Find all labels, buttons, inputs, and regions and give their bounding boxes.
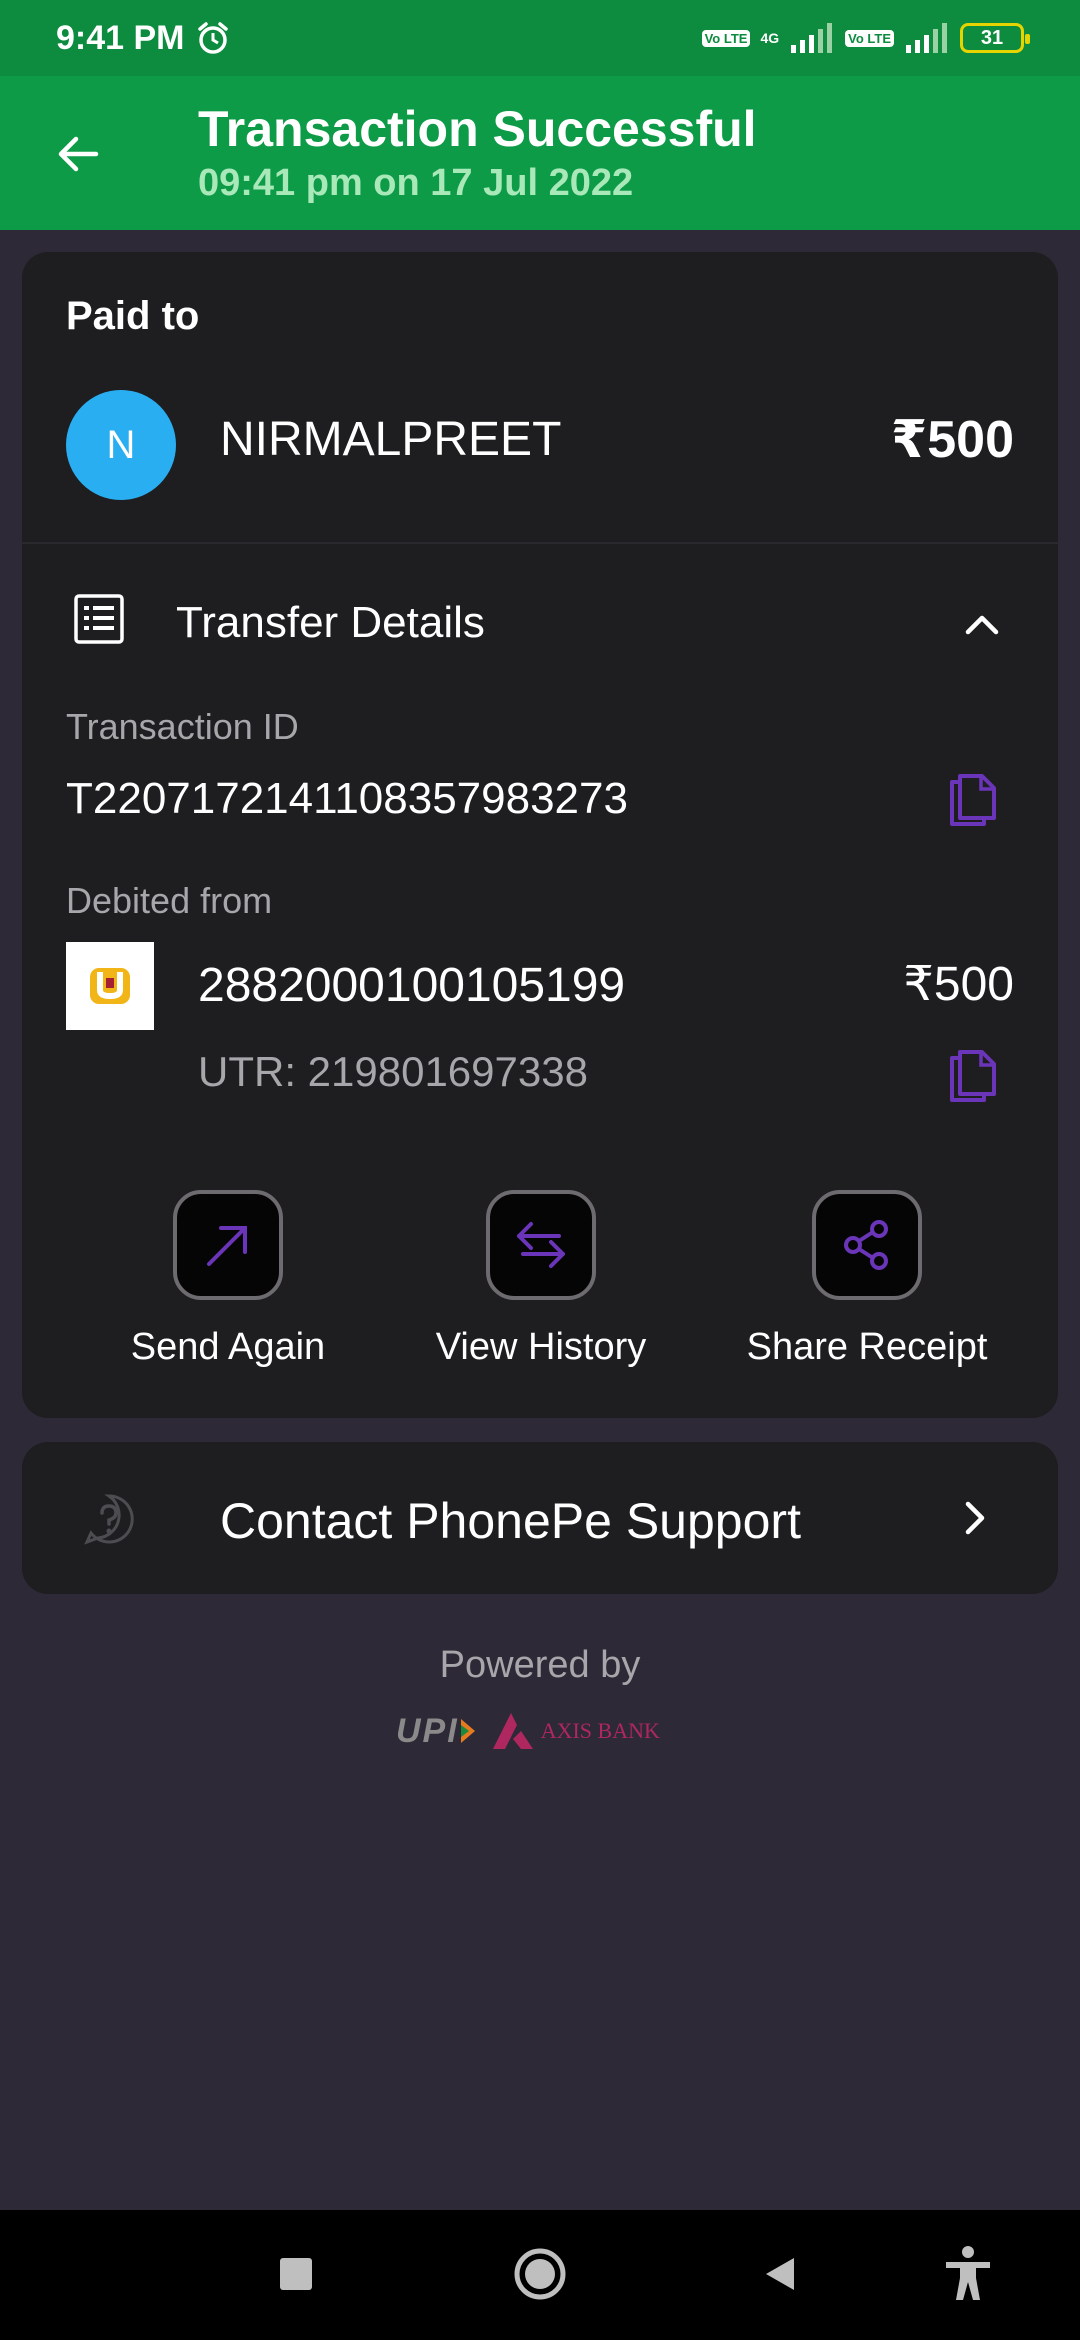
upi-logo: UPI (396, 1712, 477, 1751)
account-number: 2882000100105199 (198, 959, 626, 1012)
send-again-icon-button[interactable] (173, 1190, 283, 1300)
bank-logo (66, 942, 154, 1030)
transaction-card: Paid to N NIRMALPREET ₹500 Transfer Deta… (22, 252, 1058, 1418)
status-time: 9:41 PM (56, 18, 185, 57)
accessibility-icon[interactable] (940, 2244, 996, 2304)
upi-arrow-icon (460, 1719, 475, 1743)
transaction-datetime: 09:41 pm on 17 Jul 2022 (198, 162, 634, 204)
alarm-icon (197, 22, 228, 54)
chevron-up-icon[interactable] (962, 604, 1002, 644)
arrow-up-right-icon (207, 1226, 247, 1266)
help-icon (84, 1494, 134, 1545)
app-header: Transaction Successful 09:41 pm on 17 Ju… (0, 76, 1080, 230)
divider (22, 542, 1058, 544)
send-again-button[interactable]: Send Again (122, 1190, 334, 1369)
share-receipt-button[interactable]: Share Receipt (722, 1190, 1012, 1369)
axis-bank-text: AXIS BANK (540, 1718, 660, 1743)
powered-by-label: Powered by (439, 1644, 641, 1686)
avatar: N (66, 390, 176, 500)
battery-level: 31 (980, 26, 1004, 49)
payee-name: NIRMALPREET (220, 413, 562, 466)
page-title: Transaction Successful (198, 101, 757, 157)
network-type: 4G (760, 30, 780, 46)
send-again-label: Send Again (130, 1326, 326, 1368)
back-arrow-icon[interactable] (50, 126, 106, 182)
battery-icon: 31 (960, 23, 1030, 53)
view-history-icon-button[interactable] (486, 1190, 596, 1300)
status-bar: 9:41 PM Vo LTE 4G Vo LTE 31 (0, 0, 1080, 76)
view-history-label: View History (435, 1326, 647, 1368)
contact-support-label: Contact PhonePe Support (220, 1493, 801, 1549)
signal-icon-2 (906, 23, 947, 53)
contact-support-button[interactable]: Contact PhonePe Support (22, 1442, 1058, 1594)
swap-arrows-icon (517, 1222, 565, 1268)
share-receipt-icon-button[interactable] (812, 1190, 922, 1300)
share-receipt-label: Share Receipt (746, 1326, 988, 1368)
axis-bank-logo: AXIS BANK (491, 1711, 660, 1751)
transfer-details-title[interactable]: Transfer Details (176, 598, 485, 648)
partner-logos: UPI AXIS BANK (396, 1706, 686, 1756)
signal-icon (791, 23, 833, 53)
transaction-id: T2207172141108357983273 (66, 774, 628, 823)
home-icon[interactable] (512, 2246, 568, 2302)
copy-icon[interactable] (948, 1048, 1000, 1104)
view-history-button[interactable]: View History (408, 1190, 674, 1369)
chevron-right-icon (965, 1501, 985, 1535)
payment-amount: ₹500 (891, 411, 1014, 469)
back-nav-icon[interactable] (760, 2254, 800, 2294)
upi-logo-text: UPI (396, 1711, 459, 1750)
pnb-logo-icon (90, 968, 130, 1004)
share-icon (844, 1220, 888, 1270)
volte-badge-2: Vo LTE (845, 29, 894, 47)
copy-icon[interactable] (948, 772, 1000, 828)
system-nav-bar (0, 2210, 1080, 2340)
receipt-list-icon (74, 594, 124, 644)
debited-amount: ₹500 (903, 958, 1014, 1011)
axis-bank-mark-icon (492, 1713, 533, 1749)
debited-from-label: Debited from (66, 880, 273, 921)
volte-badge: Vo LTE (701, 29, 751, 47)
transaction-id-label: Transaction ID (66, 706, 299, 747)
utr-number: UTR: 219801697338 (198, 1048, 588, 1095)
paid-to-label: Paid to (66, 294, 200, 338)
recents-icon[interactable] (278, 2256, 314, 2292)
action-buttons: Send Again View History Share Receipt (22, 1190, 1058, 1390)
